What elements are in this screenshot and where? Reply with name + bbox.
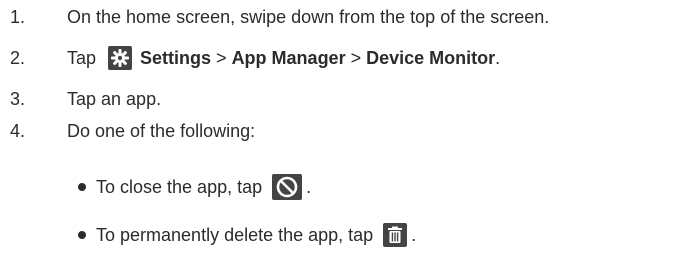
separator: > <box>216 47 227 68</box>
bullet-label: To permanently delete the app, tap <box>96 224 374 245</box>
step-number: 2. <box>10 47 26 68</box>
step-suffix: . <box>495 47 501 68</box>
gear-icon <box>108 46 133 70</box>
no-entry-icon <box>272 174 303 200</box>
menu-settings: Settings <box>140 47 212 68</box>
bullet-text: To close the app, tap . <box>96 174 311 200</box>
step-number: 3. <box>10 88 26 109</box>
step-text: Do one of the following: <box>67 120 256 141</box>
bullet-suffix: . <box>411 224 417 245</box>
bullet-suffix: . <box>306 176 312 197</box>
bullet-text: To permanently delete the app, tap . <box>96 223 416 247</box>
step-number: 4. <box>10 120 26 141</box>
step-text: Tap an app. <box>67 88 162 109</box>
trash-icon <box>383 223 408 247</box>
step-prefix: Tap <box>67 47 97 68</box>
step-text: Tap Settings > App Manager > Device Moni… <box>67 46 500 70</box>
step-text: On the home screen, swipe down from the … <box>67 6 550 27</box>
bullet-label: To close the app, tap <box>96 176 263 197</box>
bullet-dot <box>78 231 86 239</box>
menu-app-manager: App Manager <box>231 47 346 68</box>
menu-device-monitor: Device Monitor <box>366 47 496 68</box>
step-number: 1. <box>10 6 26 27</box>
bullet-dot <box>78 183 86 191</box>
separator: > <box>350 47 362 68</box>
